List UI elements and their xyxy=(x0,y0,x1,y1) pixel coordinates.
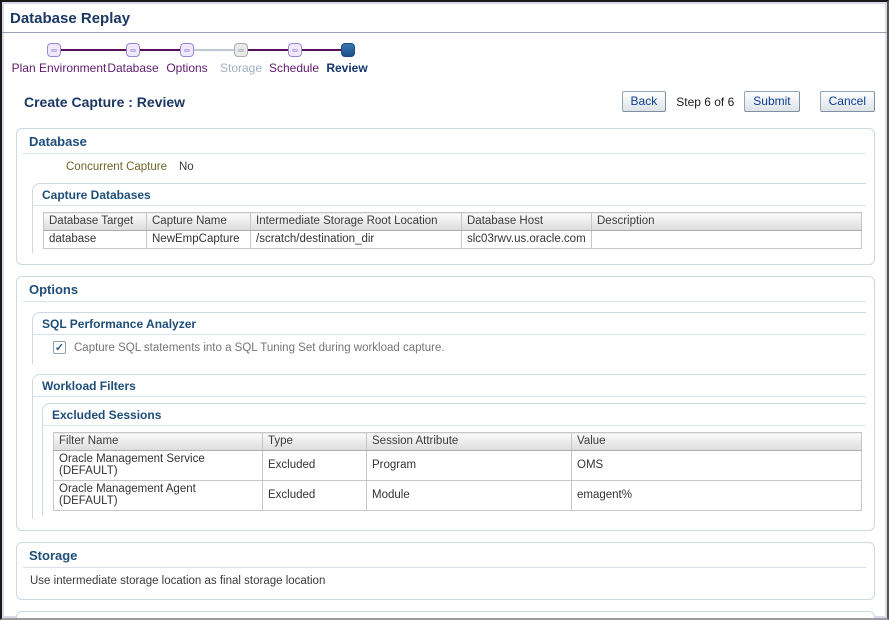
concurrent-capture-field: Concurrent Capture No xyxy=(66,161,866,173)
table-header-row: Database Target Capture Name Intermediat… xyxy=(44,213,862,231)
column-header: Capture Name xyxy=(147,213,251,231)
train-step-storage xyxy=(234,43,248,57)
train-step-plan-environment[interactable] xyxy=(47,43,61,57)
train-label-plan-environment[interactable]: Plan Environment xyxy=(12,61,107,75)
train-step-schedule[interactable] xyxy=(288,43,302,57)
back-button[interactable]: Back xyxy=(622,91,667,112)
table-cell: slc03rwv.us.oracle.com xyxy=(462,231,592,249)
capture-databases-table: Database Target Capture Name Intermediat… xyxy=(43,212,862,249)
table-cell: Oracle Management Service (DEFAULT) xyxy=(54,451,263,481)
excluded-sessions-table: Filter Name Type Session Attribute Value… xyxy=(53,432,862,511)
schedule-section: Schedule Capture Schedule Start Immediat… xyxy=(16,611,875,620)
column-header: Database Host xyxy=(462,213,592,231)
column-header: Session Attribute xyxy=(367,433,572,451)
table-cell: Module xyxy=(367,481,572,511)
train-step-options[interactable] xyxy=(180,43,194,57)
table-cell: Excluded xyxy=(263,481,367,511)
capture-sql-checkbox-label: Capture SQL statements into a SQL Tuning… xyxy=(74,342,445,354)
column-header: Database Target xyxy=(44,213,147,231)
schedule-section-title: Schedule xyxy=(23,612,866,620)
column-header: Value xyxy=(572,433,862,451)
capture-sql-checkbox-row: ✓ Capture SQL statements into a SQL Tuni… xyxy=(53,341,866,354)
excluded-sessions-title: Excluded Sessions xyxy=(43,404,866,426)
excluded-sessions-subsection: Excluded Sessions Filter Name Type Sessi… xyxy=(42,403,866,515)
train-label-storage: Storage xyxy=(220,61,262,75)
database-section-title: Database xyxy=(23,129,866,154)
step-indicator: Step 6 of 6 xyxy=(672,95,738,109)
table-cell: Oracle Management Agent (DEFAULT) xyxy=(54,481,263,511)
train-label-options[interactable]: Options xyxy=(166,61,207,75)
table-cell: database xyxy=(44,231,147,249)
submit-button[interactable]: Submit xyxy=(744,91,799,112)
column-header: Type xyxy=(263,433,367,451)
train-node-glyph xyxy=(130,49,136,52)
train-step-review xyxy=(341,43,355,57)
train-label-schedule[interactable]: Schedule xyxy=(269,61,319,75)
train-node-glyph xyxy=(238,49,244,52)
capture-databases-subsection: Capture Databases Database Target Captur… xyxy=(32,183,866,253)
train-node-glyph xyxy=(184,49,190,52)
table-cell: emagent% xyxy=(572,481,862,511)
train-connector xyxy=(194,49,234,51)
train-connector xyxy=(302,49,341,51)
title-divider xyxy=(2,32,887,33)
storage-section: Storage Use intermediate storage locatio… xyxy=(16,542,875,600)
workload-filters-title: Workload Filters xyxy=(33,375,866,397)
train-label-review: Review xyxy=(326,61,367,75)
concurrent-capture-value: No xyxy=(179,161,194,173)
table-cell: Excluded xyxy=(263,451,367,481)
database-section: Database Concurrent Capture No Capture D… xyxy=(16,128,875,265)
train-connector xyxy=(248,49,288,51)
wizard-title: Create Capture : Review xyxy=(24,94,185,110)
table-cell: Program xyxy=(367,451,572,481)
cancel-button[interactable]: Cancel xyxy=(820,91,875,112)
column-header: Description xyxy=(592,213,862,231)
wizard-train: Plan Environment Database Options Storag… xyxy=(2,37,887,77)
sql-performance-analyzer-subsection: SQL Performance Analyzer ✓ Capture SQL s… xyxy=(32,312,866,364)
table-header-row: Filter Name Type Session Attribute Value xyxy=(54,433,862,451)
column-header: Intermediate Storage Root Location xyxy=(251,213,462,231)
review-content: Database Concurrent Capture No Capture D… xyxy=(16,128,875,620)
train-label-database[interactable]: Database xyxy=(107,61,158,75)
capture-databases-title: Capture Databases xyxy=(33,184,866,206)
table-row: database NewEmpCapture /scratch/destinat… xyxy=(44,231,862,249)
sql-performance-analyzer-title: SQL Performance Analyzer xyxy=(33,313,866,335)
wizard-header: Create Capture : Review Back Step 6 of 6… xyxy=(24,91,875,112)
table-row: Oracle Management Service (DEFAULT) Excl… xyxy=(54,451,862,481)
storage-text: Use intermediate storage location as fin… xyxy=(30,575,866,587)
table-cell: NewEmpCapture xyxy=(147,231,251,249)
train-node-glyph xyxy=(51,49,57,52)
page-title: Database Replay xyxy=(2,2,887,32)
options-section-title: Options xyxy=(23,277,866,302)
table-row: Oracle Management Agent (DEFAULT) Exclud… xyxy=(54,481,862,511)
workload-filters-subsection: Workload Filters Excluded Sessions Filte… xyxy=(32,374,866,519)
wizard-actions: Back Step 6 of 6 Submit Cancel xyxy=(622,91,875,112)
train-connector xyxy=(140,49,180,51)
concurrent-capture-label: Concurrent Capture xyxy=(66,161,167,173)
table-cell: OMS xyxy=(572,451,862,481)
database-replay-window: Database Replay Plan Environment Databas… xyxy=(0,0,889,620)
train-step-database[interactable] xyxy=(126,43,140,57)
storage-section-title: Storage xyxy=(23,543,866,568)
train-connector xyxy=(61,49,126,51)
table-cell: /scratch/destination_dir xyxy=(251,231,462,249)
options-section: Options SQL Performance Analyzer ✓ Captu… xyxy=(16,276,875,531)
table-cell xyxy=(592,231,862,249)
train-node-glyph xyxy=(292,49,298,52)
capture-sql-checkbox[interactable]: ✓ xyxy=(53,341,66,354)
column-header: Filter Name xyxy=(54,433,263,451)
